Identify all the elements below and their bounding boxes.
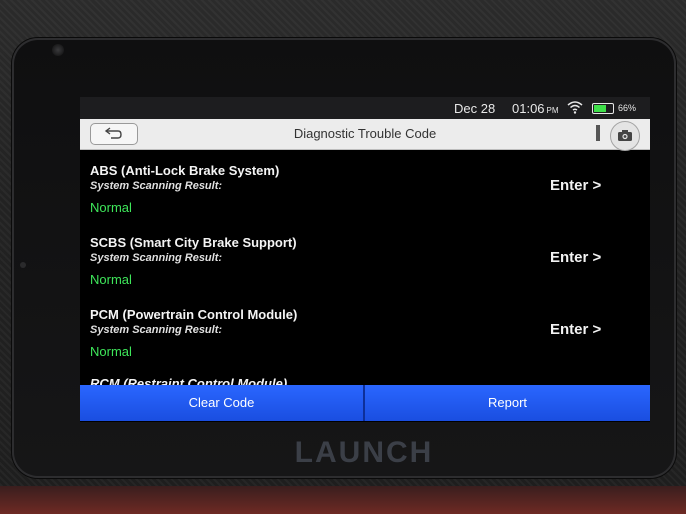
system-name: SCBS (Smart City Brake Support) [90, 235, 297, 250]
flag-icon[interactable] [596, 125, 600, 141]
report-button[interactable]: Report [365, 385, 650, 421]
report-label: Report [487, 395, 528, 410]
enter-button[interactable]: Enter > [550, 249, 601, 266]
camera-icon [618, 130, 632, 141]
system-row-pcm: PCM (Powertrain Control Module) System S… [80, 293, 650, 365]
brand-logo: LAUNCH [294, 436, 434, 469]
screenshot-button[interactable] [610, 121, 640, 151]
action-bar: Clear Code Report [80, 385, 650, 421]
status-time: 01:06 PM [512, 101, 559, 116]
status-date: Dec 28 [454, 101, 496, 116]
enter-button[interactable]: Enter > [550, 321, 601, 338]
system-status: Normal [90, 344, 132, 359]
system-status: Normal [90, 200, 132, 215]
status-time-value: 01:06 [512, 101, 545, 116]
system-result-label: System Scanning Result: [90, 324, 223, 336]
battery-percent: 66% [618, 103, 637, 113]
system-status: Normal [90, 272, 132, 287]
wifi-icon [567, 101, 583, 117]
table-surface [0, 486, 686, 514]
page-title: Diagnostic Trouble Code [293, 126, 437, 141]
system-list[interactable]: ABS (Anti-Lock Brake System) System Scan… [80, 149, 650, 386]
battery-icon [592, 103, 614, 114]
system-result-label: System Scanning Result: [90, 180, 223, 192]
title-bar: Diagnostic Trouble Code [80, 119, 650, 150]
status-bar: Dec 28 01:06 PM 66% [80, 97, 650, 119]
system-result-label: System Scanning Result: [90, 252, 223, 264]
system-row-scbs: SCBS (Smart City Brake Support) System S… [80, 221, 650, 293]
system-row-abs: ABS (Anti-Lock Brake System) System Scan… [80, 149, 650, 221]
front-camera [52, 44, 64, 56]
clear-code-label: Clear Code [188, 395, 255, 410]
system-name: PCM (Powertrain Control Module) [90, 307, 298, 322]
tablet-screen: Dec 28 01:06 PM 66% Diagnostic Trouble Co… [80, 97, 650, 422]
clear-code-button[interactable]: Clear Code [80, 385, 363, 421]
enter-button[interactable]: Enter > [550, 177, 601, 194]
bezel-sensor [20, 262, 26, 268]
status-ampm: PM [546, 106, 559, 115]
system-name: ABS (Anti-Lock Brake System) [90, 163, 280, 178]
battery-level-fill [594, 105, 606, 112]
